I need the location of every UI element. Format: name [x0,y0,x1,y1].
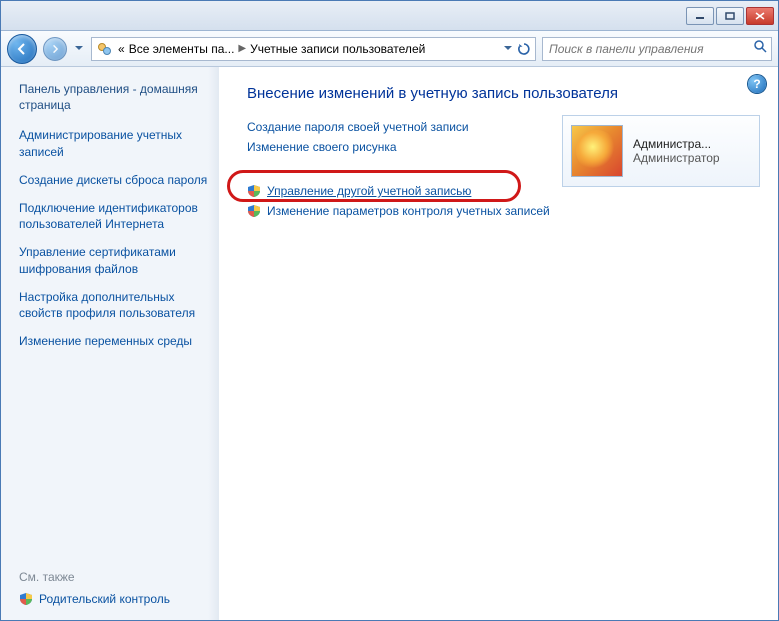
breadcrumb-prefix: « [118,42,125,56]
shield-icon [19,592,33,606]
sidebar-link-cert-mgmt[interactable]: Управление сертификатами шифрования файл… [19,244,209,276]
main-content: ? Внесение изменений в учетную запись по… [219,67,778,620]
search-icon[interactable] [753,39,767,58]
control-panel-home-link[interactable]: Панель управления - домашняя страница [19,81,209,113]
see-also-label: См. также [19,570,209,584]
breadcrumb-item[interactable]: Все элементы па... [129,42,235,56]
sidebar: Панель управления - домашняя страница Ад… [1,67,219,620]
nav-forward-button[interactable] [43,37,67,61]
sidebar-link-env-vars[interactable]: Изменение переменных среды [19,333,209,349]
minimize-button[interactable] [686,7,714,25]
page-heading: Внесение изменений в учетную запись поль… [247,85,758,102]
breadcrumb-separator-icon: ▶ [234,43,250,54]
shield-icon [247,184,261,198]
user-avatar [571,125,623,177]
titlebar [1,1,778,31]
control-panel-icon [96,40,114,58]
navbar: « Все элементы па... ▶ Учетные записи по… [1,31,778,67]
sidebar-link-profile-props[interactable]: Настройка дополнительных свойств профиля… [19,289,209,321]
shield-icon [247,204,261,218]
sidebar-link-admin-accounts[interactable]: Администрирование учетных записей [19,127,209,159]
link-uac-settings[interactable]: Изменение параметров контроля учетных за… [247,204,758,218]
address-dropdown[interactable] [499,38,515,60]
refresh-button[interactable] [515,38,533,60]
nav-history-dropdown[interactable] [73,34,85,64]
window: « Все элементы па... ▶ Учетные записи по… [0,0,779,621]
nav-back-button[interactable] [7,34,37,64]
maximize-button[interactable] [716,7,744,25]
user-account-card[interactable]: Администра... Администратор [562,115,760,187]
breadcrumb-item[interactable]: Учетные записи пользователей [250,42,425,56]
search-box[interactable] [542,37,772,61]
parental-control-label: Родительский контроль [39,592,170,606]
parental-control-link[interactable]: Родительский контроль [19,592,209,606]
sidebar-link-reset-disk[interactable]: Создание дискеты сброса пароля [19,172,209,188]
close-button[interactable] [746,7,774,25]
address-bar[interactable]: « Все элементы па... ▶ Учетные записи по… [91,37,536,61]
user-name: Администра... [633,137,720,151]
sidebar-link-online-ids[interactable]: Подключение идентификаторов пользователе… [19,200,209,232]
help-icon[interactable]: ? [748,75,766,93]
user-role: Администратор [633,151,720,165]
search-input[interactable] [549,42,749,56]
body: Панель управления - домашняя страница Ад… [1,67,778,620]
